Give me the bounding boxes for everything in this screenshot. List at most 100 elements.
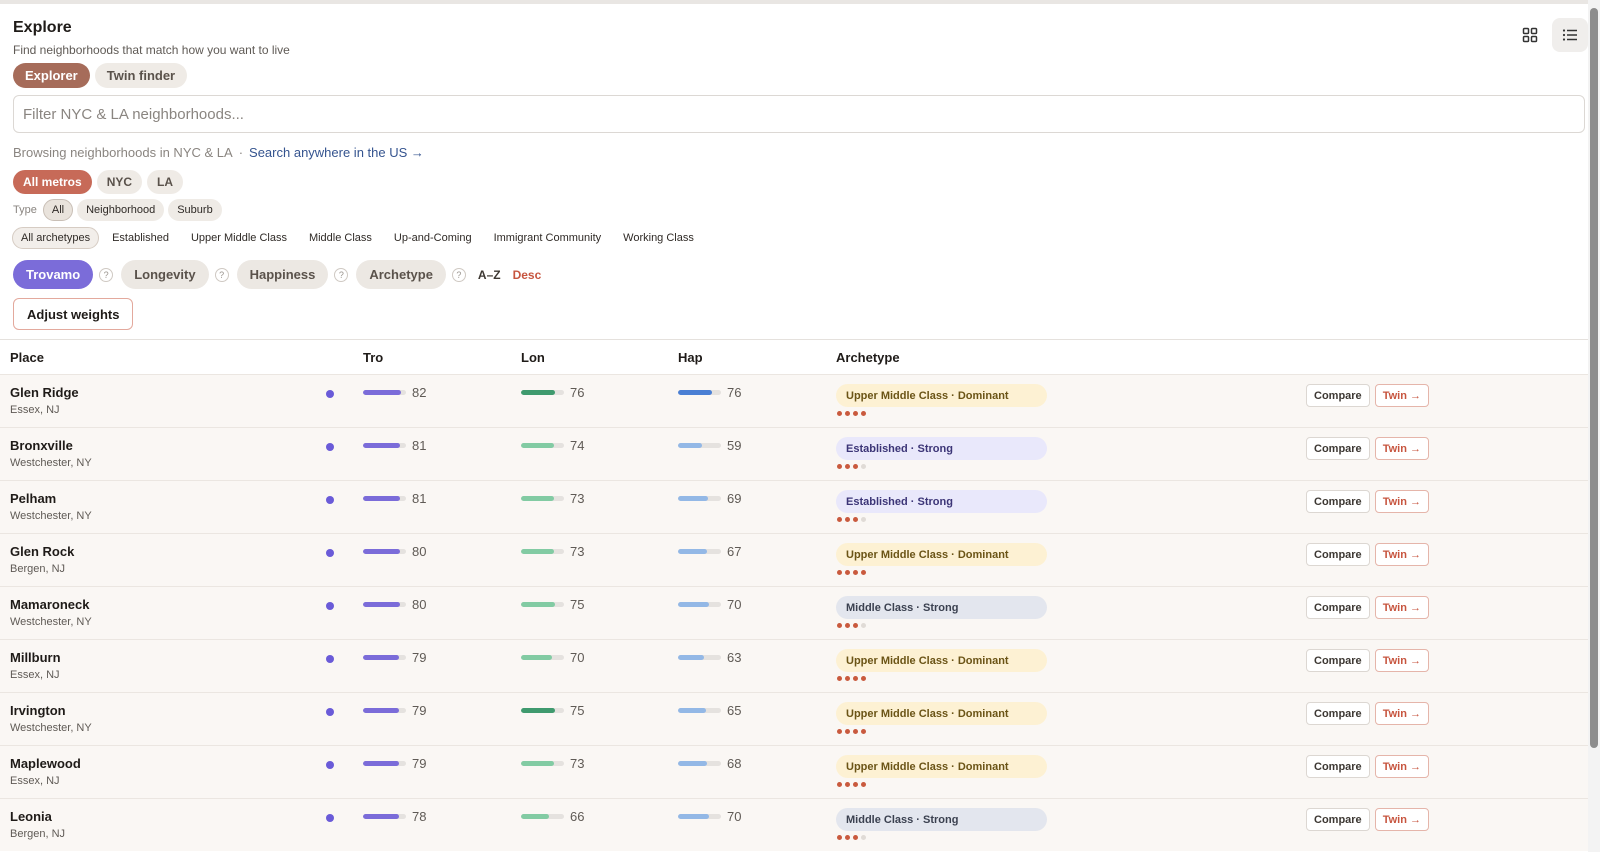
tro-bar — [363, 549, 406, 554]
status-dot — [326, 549, 334, 557]
twin-button[interactable]: Twin → — [1374, 702, 1429, 725]
col-archetype[interactable]: Archetype — [836, 350, 900, 365]
strength-dots — [837, 517, 1047, 522]
sort-az-toggle[interactable]: A–Z — [478, 268, 501, 282]
strength-dot — [837, 623, 842, 628]
compare-button[interactable]: Compare — [1306, 596, 1370, 619]
archetype-upper-middle-class[interactable]: Upper Middle Class — [182, 227, 296, 249]
twin-button[interactable]: Twin → — [1374, 596, 1429, 619]
place-name[interactable]: Millburn — [10, 650, 61, 665]
archetype-all[interactable]: All archetypes — [12, 227, 100, 249]
tab-explorer[interactable]: Explorer — [13, 63, 90, 88]
compare-button[interactable]: Compare — [1306, 755, 1370, 778]
sort-happiness[interactable]: Happiness — [236, 260, 329, 289]
col-lon[interactable]: Lon — [521, 350, 545, 365]
row-actions: Compare Twin → — [1306, 596, 1429, 619]
page-header: Explore Find neighborhoods that match ho… — [13, 19, 290, 57]
twin-button[interactable]: Twin → — [1374, 755, 1429, 778]
table-row[interactable]: Maplewood Essex, NJ 79 73 68 Upper Middle Cla… — [0, 745, 1588, 798]
scrollbar[interactable] — [1588, 0, 1600, 852]
twin-button[interactable]: Twin → — [1374, 649, 1429, 672]
tro-score: 80 — [363, 597, 426, 612]
table-row[interactable]: Mamaroneck Westchester, NY 80 75 70 Middle Cl… — [0, 586, 1588, 639]
place-location: Westchester, NY — [10, 457, 92, 469]
compare-button[interactable]: Compare — [1306, 437, 1370, 460]
table-row[interactable]: Pelham Westchester, NY 81 73 69 Established ·… — [0, 480, 1588, 533]
lon-score: 73 — [521, 544, 584, 559]
archetype-middle-class[interactable]: Middle Class — [300, 227, 381, 249]
help-icon[interactable]: ? — [99, 267, 114, 282]
compare-button[interactable]: Compare — [1306, 649, 1370, 672]
tro-bar-fill — [363, 655, 399, 660]
twin-button[interactable]: Twin → — [1374, 437, 1429, 460]
table-row[interactable]: Glen Rock Bergen, NJ 80 73 67 Upper Middle Cl… — [0, 533, 1588, 586]
compare-button[interactable]: Compare — [1306, 808, 1370, 831]
table-row[interactable]: Leonia Bergen, NJ 78 66 70 Middle Class · Str… — [0, 798, 1588, 851]
strength-dot — [853, 782, 858, 787]
metro-nyc[interactable]: NYC — [96, 170, 143, 194]
archetype-established[interactable]: Established — [103, 227, 178, 249]
compare-button[interactable]: Compare — [1306, 543, 1370, 566]
place-name[interactable]: Leonia — [10, 809, 52, 824]
hap-value: 63 — [727, 650, 742, 665]
help-icon[interactable]: ? — [334, 267, 349, 282]
sort-archetype[interactable]: Archetype — [356, 260, 446, 289]
list-view-button[interactable] — [1552, 18, 1588, 52]
scrollbar-thumb[interactable] — [1590, 8, 1598, 748]
sort-longevity[interactable]: Longevity — [121, 260, 209, 289]
archetype-up-and-coming[interactable]: Up-and-Coming — [385, 227, 481, 249]
strength-dot — [845, 411, 850, 416]
tab-twin-finder[interactable]: Twin finder — [94, 63, 188, 88]
archetype-badge: Middle Class · Strong — [836, 596, 1047, 619]
compare-button[interactable]: Compare — [1306, 490, 1370, 513]
twin-button[interactable]: Twin → — [1374, 543, 1429, 566]
hap-value: 69 — [727, 491, 742, 506]
type-all[interactable]: All — [42, 199, 74, 221]
place-name[interactable]: Mamaroneck — [10, 597, 89, 612]
metro-all[interactable]: All metros — [13, 170, 92, 194]
tro-bar — [363, 655, 406, 660]
adjust-weights-button[interactable]: Adjust weights — [13, 298, 134, 330]
table-row[interactable]: Bronxville Westchester, NY 81 74 59 Establish… — [0, 427, 1588, 480]
table-row[interactable]: Irvington Westchester, NY 79 75 65 Upper Midd… — [0, 692, 1588, 745]
compare-button[interactable]: Compare — [1306, 384, 1370, 407]
hap-bar-fill — [678, 602, 709, 607]
lon-value: 73 — [570, 491, 585, 506]
place-name[interactable]: Pelham — [10, 491, 56, 506]
place-name[interactable]: Bronxville — [10, 438, 73, 453]
archetype-immigrant-community[interactable]: Immigrant Community — [485, 227, 611, 249]
tro-value: 79 — [412, 703, 427, 718]
type-suburb[interactable]: Suburb — [168, 199, 222, 221]
help-icon[interactable]: ? — [214, 267, 229, 282]
twin-button[interactable]: Twin → — [1374, 490, 1429, 513]
metro-la[interactable]: LA — [147, 170, 184, 194]
strength-dot — [853, 411, 858, 416]
archetype-badge: Upper Middle Class · Dominant — [836, 755, 1047, 778]
strength-dots — [837, 464, 1047, 469]
archetype-cell: Middle Class · Strong — [836, 808, 1047, 840]
place-name[interactable]: Maplewood — [10, 756, 81, 771]
table-row[interactable]: Glen Ridge Essex, NJ 82 76 76 Upper Middle Cl… — [0, 374, 1588, 427]
compare-button[interactable]: Compare — [1306, 702, 1370, 725]
place-name[interactable]: Irvington — [10, 703, 66, 718]
hap-value: 67 — [727, 544, 742, 559]
sort-direction-toggle[interactable]: Desc — [513, 268, 542, 282]
col-place[interactable]: Place — [10, 350, 44, 365]
search-input[interactable] — [13, 95, 1585, 133]
twin-button[interactable]: Twin → — [1374, 808, 1429, 831]
col-tro[interactable]: Tro — [363, 350, 383, 365]
archetype-working-class[interactable]: Working Class — [614, 227, 703, 249]
help-icon[interactable]: ? — [451, 267, 466, 282]
col-hap[interactable]: Hap — [678, 350, 703, 365]
sort-trovamo[interactable]: Trovamo — [13, 260, 94, 289]
archetype-cell: Middle Class · Strong — [836, 596, 1047, 628]
type-neighborhood[interactable]: Neighborhood — [77, 199, 165, 221]
hap-score: 63 — [678, 650, 741, 665]
place-name[interactable]: Glen Rock — [10, 544, 74, 559]
search-anywhere-link[interactable]: Search anywhere in the US → — [249, 145, 424, 160]
table-row[interactable]: Millburn Essex, NJ 79 70 63 Upper Middle Clas… — [0, 639, 1588, 692]
place-name[interactable]: Glen Ridge — [10, 385, 79, 400]
archetype-filter: All archetypes Established Upper Middle … — [12, 227, 703, 249]
grid-view-button[interactable] — [1512, 18, 1548, 52]
twin-button[interactable]: Twin → — [1374, 384, 1429, 407]
